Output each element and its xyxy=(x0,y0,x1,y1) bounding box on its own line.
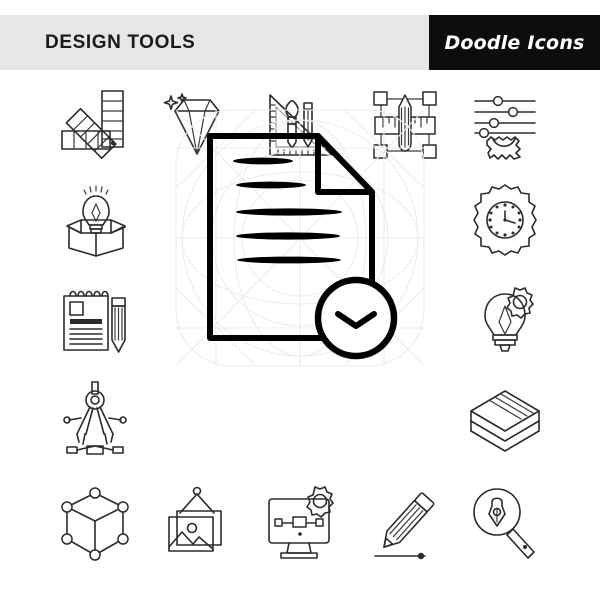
icon-cell-magnifier-pen-nib[interactable] xyxy=(455,476,555,571)
notepad-pencil-icon xyxy=(63,290,126,353)
icon-sheet-page: DESIGN TOOLS Doodle Icons xyxy=(0,0,600,600)
icon-cell-lightbulb-gear[interactable] xyxy=(455,276,555,366)
icon-cell-color-swatch-palette[interactable] xyxy=(45,80,145,170)
hanging-picture-frame-icon xyxy=(168,486,222,552)
icon-cell-gear-clock[interactable] xyxy=(455,175,555,265)
brand-badge: Doodle Icons xyxy=(429,15,600,70)
gear-clock-icon xyxy=(473,184,537,256)
pencil-drawing-path-icon xyxy=(374,491,435,559)
icon-cell-compass-divider[interactable] xyxy=(45,374,145,464)
sliders-gear-icon xyxy=(474,95,536,160)
icon-cell-lightbulb-in-box[interactable] xyxy=(45,175,145,265)
lightbulb-in-box-icon xyxy=(66,185,126,257)
color-swatch-palette-icon xyxy=(61,90,124,159)
icon-cell-hanging-picture-frame[interactable] xyxy=(147,476,247,571)
document-text-lines xyxy=(233,157,342,264)
icon-cell-layers[interactable] xyxy=(455,374,555,464)
page-title: DESIGN TOOLS xyxy=(45,31,196,53)
cube-3d-nodes-icon xyxy=(61,486,129,561)
magnifier-pen-nib-icon xyxy=(473,487,535,559)
monitor-gear-icon xyxy=(268,485,334,559)
featured-icon[interactable] xyxy=(168,100,432,376)
icon-cell-pencil-drawing-path[interactable] xyxy=(355,476,455,571)
layers-icon xyxy=(470,390,540,452)
header-bar: DESIGN TOOLS Doodle Icons xyxy=(0,15,600,70)
lightbulb-gear-icon xyxy=(484,287,534,352)
compass-divider-icon xyxy=(63,381,127,455)
document-with-clock-icon xyxy=(207,133,398,360)
brand-badge-label: Doodle Icons xyxy=(444,31,585,54)
icon-cell-notepad-pencil[interactable] xyxy=(45,276,145,366)
icon-cell-cube-3d-nodes[interactable] xyxy=(45,476,145,571)
icon-cell-sliders-gear[interactable] xyxy=(455,80,555,170)
icon-cell-monitor-gear[interactable] xyxy=(250,476,350,571)
